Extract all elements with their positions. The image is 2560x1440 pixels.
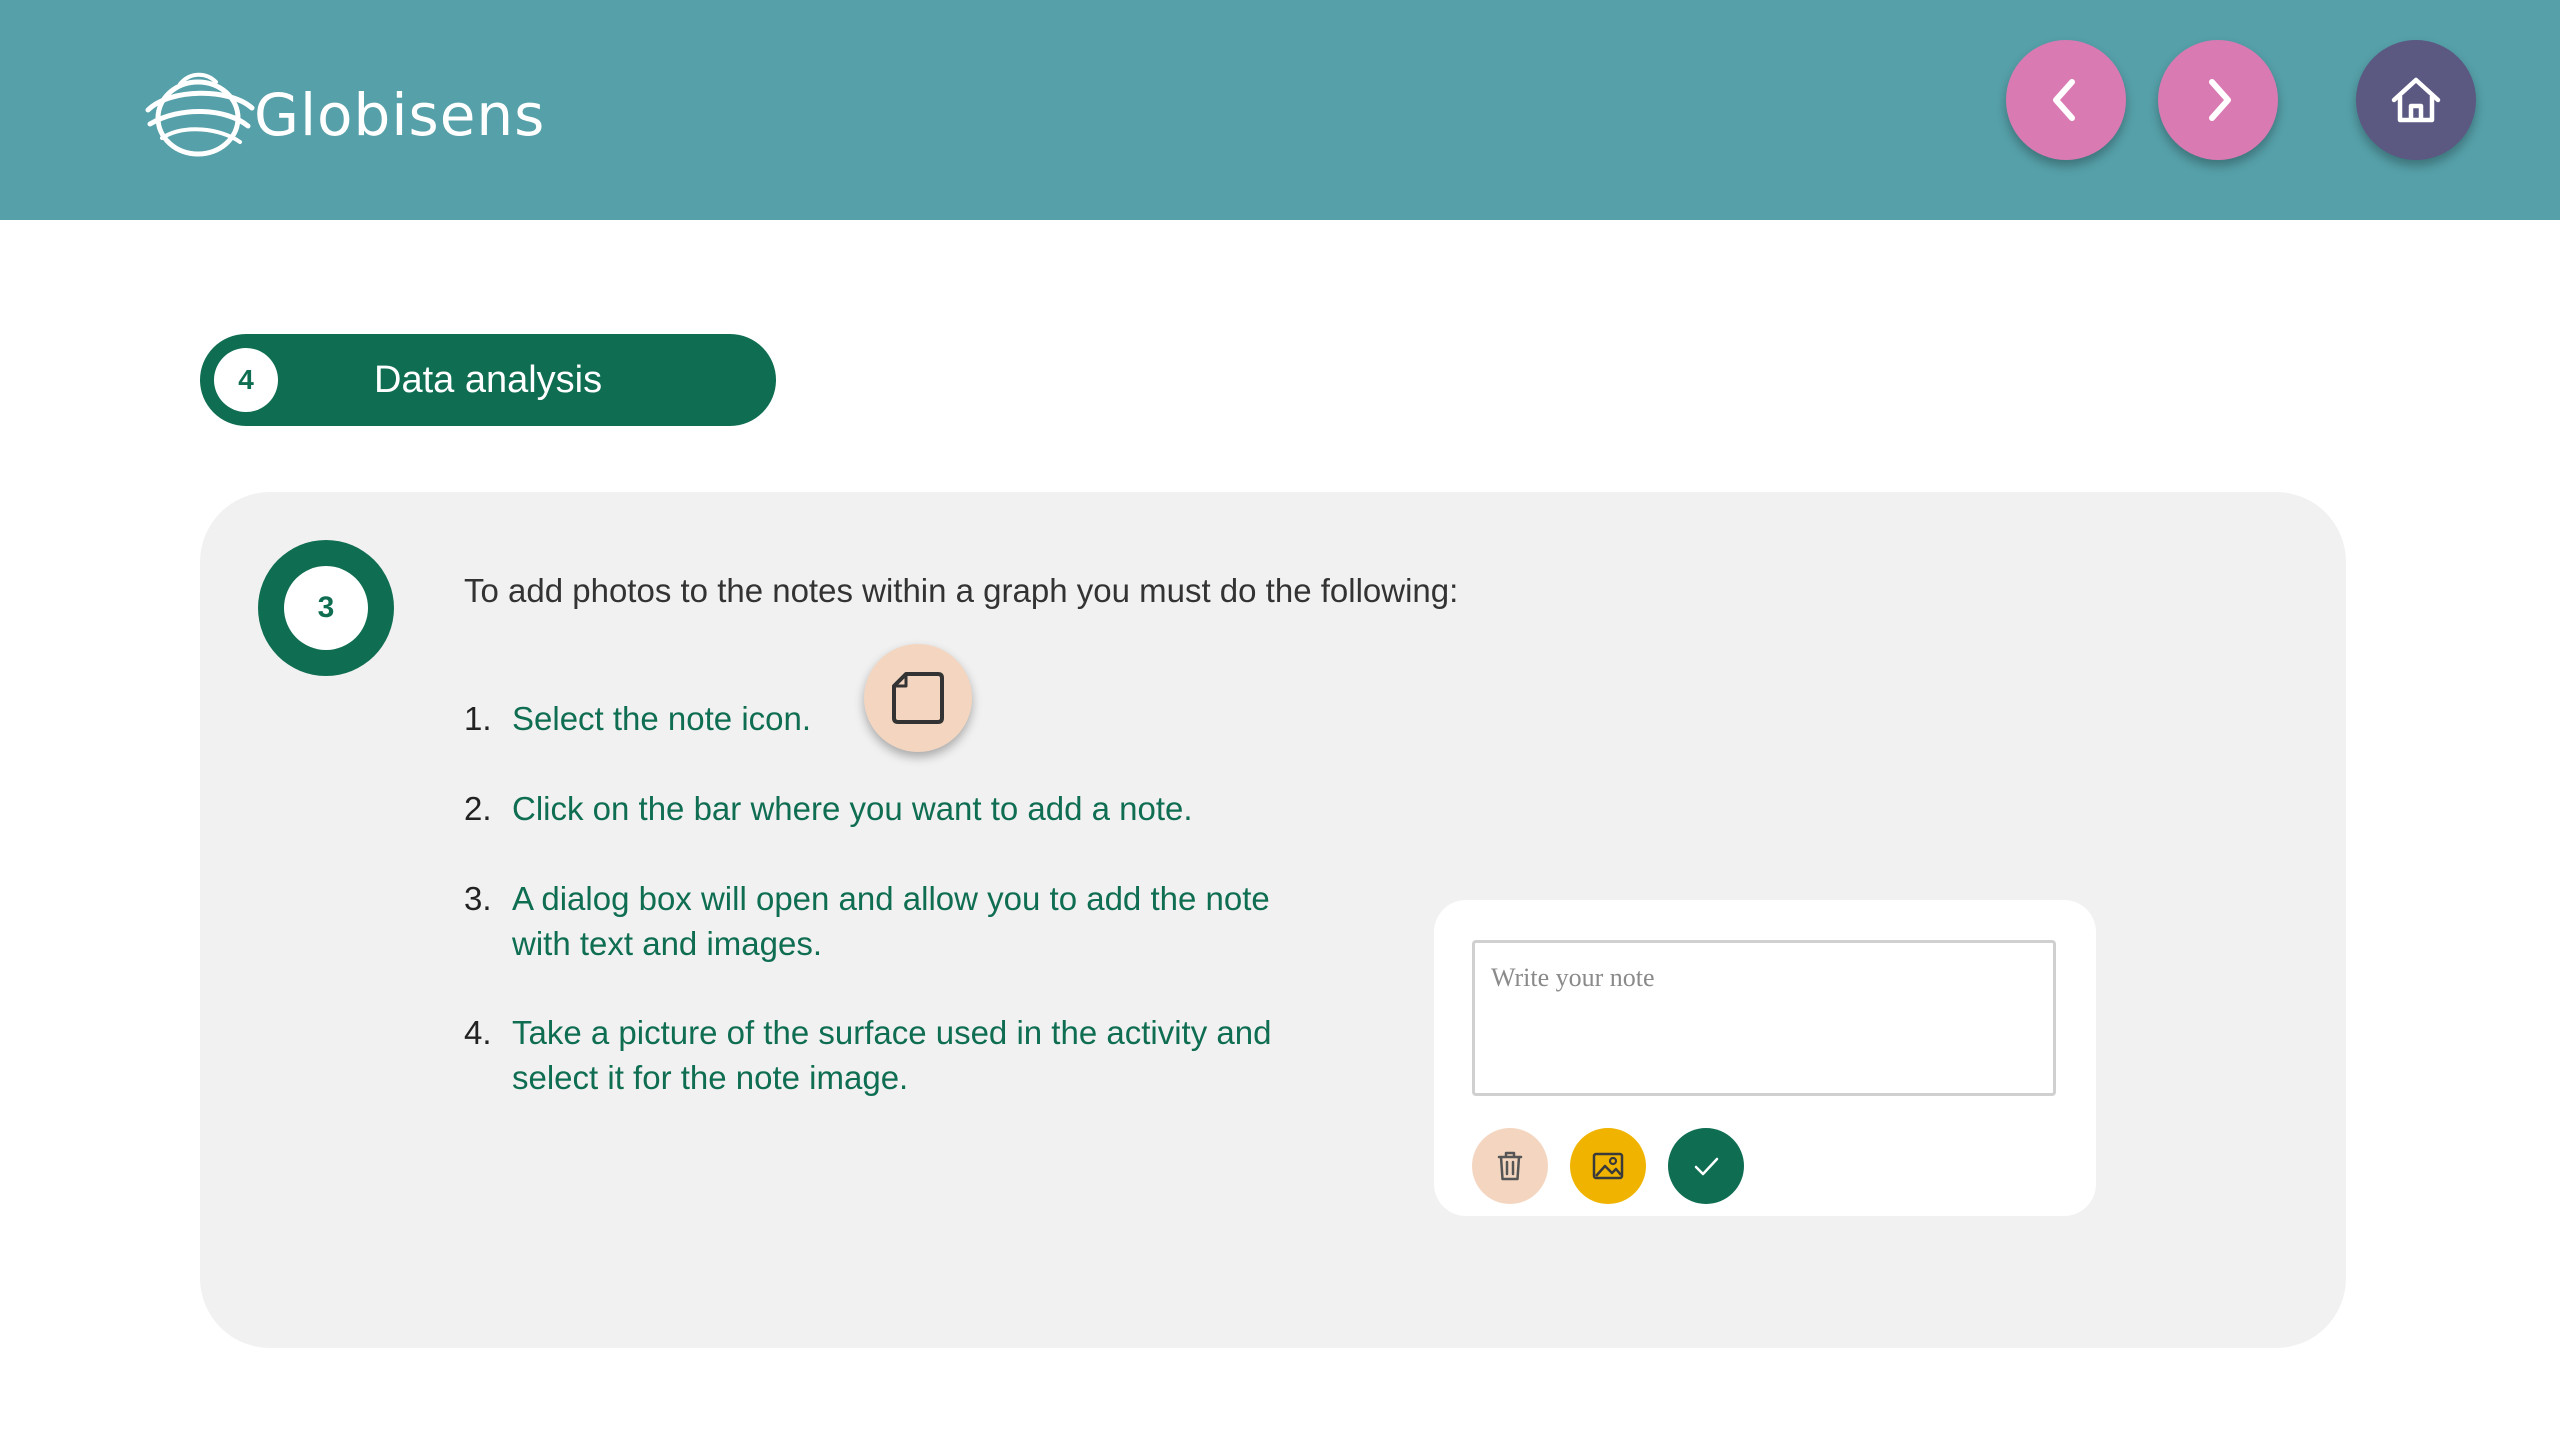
step-item-text: A dialog box will open and allow you to … <box>512 880 1270 962</box>
section-number: 4 <box>214 348 278 412</box>
step-number-badge: 3 <box>258 540 394 676</box>
step-number: 3 <box>284 566 368 650</box>
instruction-intro: To add photos to the notes within a grap… <box>464 572 1459 609</box>
add-image-button[interactable] <box>1570 1128 1646 1204</box>
next-button[interactable] <box>2158 40 2278 160</box>
home-button[interactable] <box>2356 40 2476 160</box>
check-icon <box>1694 1157 1719 1176</box>
step-item-number: 1. <box>464 700 492 737</box>
globe-logo-icon <box>145 72 255 157</box>
chevron-left-icon <box>2053 79 2075 121</box>
trash-icon <box>1497 1151 1523 1181</box>
section-title: Data analysis <box>374 359 603 401</box>
step-item-text: Take a picture of the surface used in th… <box>512 1014 1272 1096</box>
header-bar: Globisens <box>0 0 2560 220</box>
note-text-input[interactable] <box>1472 940 2056 1096</box>
step-item: 3. A dialog box will open and allow you … <box>464 876 1324 966</box>
section-header: 4 Data analysis <box>200 334 776 426</box>
previous-button[interactable] <box>2006 40 2126 160</box>
confirm-note-button[interactable] <box>1668 1128 1744 1204</box>
brand-name: Globisens <box>254 81 546 149</box>
instruction-card: 3 To add photos to the notes within a gr… <box>200 492 2346 1348</box>
step-item: 2. Click on the bar where you want to ad… <box>464 786 1364 831</box>
note-icon <box>892 672 944 724</box>
globisens-logo: Globisens <box>140 58 545 168</box>
step-item-number: 4. <box>464 1014 492 1051</box>
home-icon <box>2391 77 2441 123</box>
step-item-text: Click on the bar where you want to add a… <box>512 790 1193 827</box>
step-item-number: 3. <box>464 880 492 917</box>
note-dialog <box>1434 900 2096 1216</box>
delete-note-button[interactable] <box>1472 1128 1548 1204</box>
chevron-right-icon <box>2209 79 2231 121</box>
note-icon-button[interactable] <box>864 644 972 752</box>
step-item-number: 2. <box>464 790 492 827</box>
step-item: 4. Take a picture of the surface used in… <box>464 1010 1324 1100</box>
image-icon <box>1592 1152 1624 1180</box>
